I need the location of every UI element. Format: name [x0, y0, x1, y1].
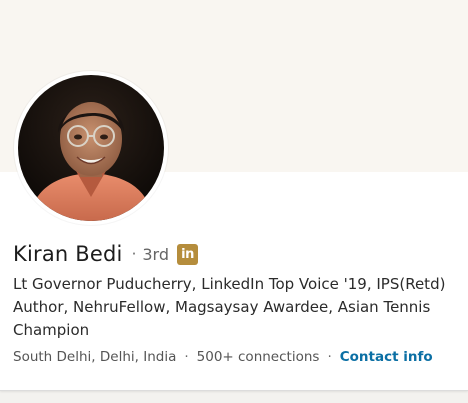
profile-location: South Delhi, Delhi, India — [13, 349, 177, 365]
profile-meta-row: South Delhi, Delhi, India · 500+ connect… — [13, 346, 433, 368]
profile-photo-image — [18, 75, 164, 221]
profile-headline: Lt Governor Puducherry, LinkedIn Top Voi… — [13, 273, 459, 342]
linkedin-premium-icon[interactable]: in — [177, 243, 199, 265]
contact-info-link[interactable]: Contact info — [340, 349, 433, 365]
profile-photo[interactable] — [14, 71, 168, 225]
connection-degree: 3rd — [142, 244, 170, 264]
connections-count[interactable]: 500+ connections — [197, 349, 320, 365]
headline-line: Lt Governor Puducherry, LinkedIn Top Voi… — [13, 275, 446, 293]
badge-text: in — [181, 246, 194, 262]
separator-dot: · — [184, 349, 189, 365]
headline-line: Champion — [13, 321, 90, 339]
separator-dot: · — [131, 245, 137, 263]
profile-card: Kiran Bedi · 3rd in Lt Governor Puducher… — [0, 0, 468, 391]
separator-dot: · — [327, 349, 332, 365]
name-row: Kiran Bedi · 3rd in — [13, 240, 199, 268]
headline-line: Author, NehruFellow, Magsaysay Awardee, … — [13, 298, 431, 316]
profile-name: Kiran Bedi — [13, 242, 123, 266]
